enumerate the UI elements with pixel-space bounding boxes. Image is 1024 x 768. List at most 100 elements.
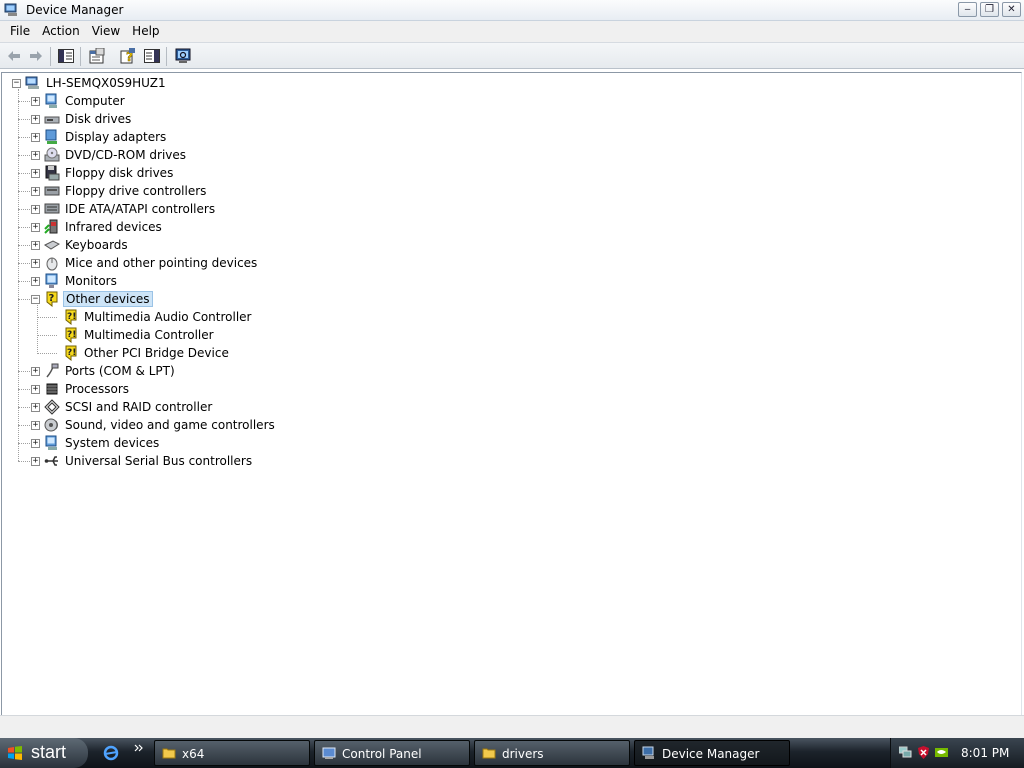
- internet-explorer-icon[interactable]: [103, 745, 119, 761]
- tree-category-label[interactable]: Universal Serial Bus controllers: [63, 453, 254, 469]
- category-toggle[interactable]: +: [31, 439, 40, 448]
- start-label: start: [31, 742, 67, 762]
- system-tray: 8:01 PM: [890, 738, 1024, 768]
- menu-file[interactable]: File: [4, 21, 36, 42]
- tree-category-label[interactable]: Infrared devices: [63, 219, 164, 235]
- control-panel-icon: [322, 747, 336, 759]
- close-button[interactable]: ✕: [1002, 2, 1021, 17]
- category-toggle[interactable]: +: [31, 169, 40, 178]
- show-hide-tree-icon: [58, 49, 74, 63]
- category-toggle[interactable]: +: [31, 457, 40, 466]
- category-toggle[interactable]: +: [31, 259, 40, 268]
- properties-icon: [89, 48, 105, 64]
- scan-hardware-button[interactable]: [174, 47, 192, 65]
- tree-device-label[interactable]: Multimedia Audio Controller: [82, 309, 253, 325]
- dvd-drive-icon: [44, 147, 60, 162]
- task-label: drivers: [502, 747, 544, 761]
- floppy-controller-icon: [44, 186, 60, 196]
- category-toggle[interactable]: +: [31, 97, 40, 106]
- tree-device-label[interactable]: Multimedia Controller: [82, 327, 216, 343]
- menu-view[interactable]: View: [86, 21, 126, 42]
- category-toggle[interactable]: +: [31, 421, 40, 430]
- tree-category-label[interactable]: Ports (COM & LPT): [63, 363, 177, 379]
- tree-category-label[interactable]: SCSI and RAID controller: [63, 399, 214, 415]
- folder-icon: [162, 748, 176, 759]
- chevron-more-icon[interactable]: [134, 743, 144, 753]
- task-label: Control Panel: [342, 747, 422, 761]
- processor-icon: [46, 383, 58, 395]
- device-manager-icon: [642, 746, 654, 759]
- category-toggle[interactable]: +: [31, 223, 40, 232]
- category-toggle[interactable]: +: [31, 385, 40, 394]
- tree-category-label[interactable]: Other devices: [63, 291, 153, 307]
- tree-category-label[interactable]: Disk drives: [63, 111, 133, 127]
- help-icon: ?: [120, 48, 135, 64]
- svg-text:?!: ?!: [67, 312, 76, 322]
- tree-category-label[interactable]: Floppy drive controllers: [63, 183, 208, 199]
- windows-logo-icon: [8, 746, 22, 760]
- forward-icon: [30, 51, 42, 61]
- tree-category-label[interactable]: Floppy disk drives: [63, 165, 175, 181]
- category-toggle[interactable]: +: [31, 115, 40, 124]
- warning-device-icon: ?!: [65, 345, 77, 361]
- tree-category-label[interactable]: Sound, video and game controllers: [63, 417, 277, 433]
- folder-icon: [482, 748, 496, 759]
- tree-root-label[interactable]: LH-SEMQX0S9HUZ1: [44, 75, 168, 91]
- system-devices-icon: [45, 435, 57, 450]
- properties-button[interactable]: [88, 47, 106, 65]
- start-button[interactable]: start: [0, 738, 88, 768]
- svg-text:?!: ?!: [67, 348, 76, 358]
- minimize-button[interactable]: ‒: [958, 2, 977, 17]
- category-toggle[interactable]: +: [31, 367, 40, 376]
- title-bar[interactable]: Device Manager ‒ ❐ ✕: [0, 0, 1024, 21]
- svg-text:?!: ?!: [67, 330, 76, 340]
- menu-action[interactable]: Action: [36, 21, 86, 42]
- infrared-icon: [44, 219, 58, 234]
- back-button[interactable]: [5, 47, 23, 65]
- category-toggle[interactable]: −: [31, 295, 40, 304]
- port-icon: [46, 363, 59, 378]
- task-device-manager[interactable]: Device Manager: [634, 740, 790, 766]
- usb-icon: [44, 456, 58, 466]
- restore-button[interactable]: ❐: [980, 2, 999, 17]
- back-icon: [8, 51, 20, 61]
- forward-button[interactable]: [27, 47, 45, 65]
- category-toggle[interactable]: +: [31, 277, 40, 286]
- computer-icon: [45, 93, 57, 108]
- category-toggle[interactable]: +: [31, 205, 40, 214]
- task-x64[interactable]: x64: [154, 740, 310, 766]
- category-toggle[interactable]: +: [31, 133, 40, 142]
- category-toggle[interactable]: +: [31, 187, 40, 196]
- tree-category-label[interactable]: Keyboards: [63, 237, 130, 253]
- help-button[interactable]: ?: [119, 47, 137, 65]
- warning-device-icon: ?!: [65, 309, 77, 325]
- tree-category-label[interactable]: IDE ATA/ATAPI controllers: [63, 201, 217, 217]
- menu-help[interactable]: Help: [126, 21, 165, 42]
- toolbar: ?: [0, 42, 1024, 69]
- tree-category-label[interactable]: Monitors: [63, 273, 119, 289]
- sound-icon: [44, 418, 58, 432]
- show-hide-tree-button[interactable]: [57, 47, 75, 65]
- show-hide-action-pane-button[interactable]: [143, 47, 161, 65]
- unknown-device-icon: ?: [46, 291, 58, 307]
- task-control-panel[interactable]: Control Panel: [314, 740, 470, 766]
- tree-category-label[interactable]: Display adapters: [63, 129, 168, 145]
- root-collapse-toggle[interactable]: −: [12, 79, 21, 88]
- category-toggle[interactable]: +: [31, 151, 40, 160]
- tree-category-label[interactable]: Computer: [63, 93, 127, 109]
- device-tree[interactable]: − LH-SEMQX0S9HUZ1 + Computer + Disk drives + Di…: [1, 72, 1022, 715]
- warning-device-icon: ?!: [65, 327, 77, 343]
- tree-category-label[interactable]: System devices: [63, 435, 161, 451]
- tree-category-label[interactable]: DVD/CD-ROM drives: [63, 147, 188, 163]
- category-toggle[interactable]: +: [31, 241, 40, 250]
- nvidia-icon[interactable]: [935, 746, 948, 759]
- tree-device-label[interactable]: Other PCI Bridge Device: [82, 345, 231, 361]
- taskbar: start x64 Control Panel drivers Device M…: [0, 738, 1024, 768]
- task-drivers[interactable]: drivers: [474, 740, 630, 766]
- security-alert-icon[interactable]: [917, 746, 930, 759]
- tree-category-label[interactable]: Processors: [63, 381, 131, 397]
- root-computer-icon: [25, 76, 39, 89]
- tree-category-label[interactable]: Mice and other pointing devices: [63, 255, 259, 271]
- category-toggle[interactable]: +: [31, 403, 40, 412]
- network-icon[interactable]: [899, 746, 912, 759]
